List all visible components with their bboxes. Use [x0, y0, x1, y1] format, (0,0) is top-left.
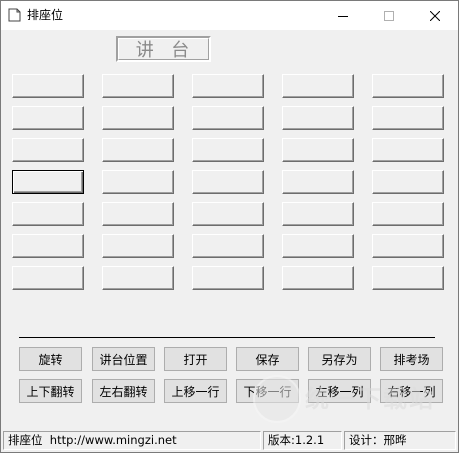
divider	[19, 337, 435, 338]
seat-button[interactable]	[102, 234, 174, 258]
seat-button[interactable]	[372, 138, 444, 162]
flip-vertical-button[interactable]: 上下翻转	[19, 379, 82, 403]
seat-button[interactable]	[102, 266, 174, 290]
status-app-info: 排座位 http://www.mingzi.net	[3, 431, 261, 450]
seat-button[interactable]	[282, 74, 354, 98]
move-left-col-button[interactable]: 左移一列	[308, 379, 371, 403]
seat-button[interactable]	[102, 138, 174, 162]
seat-button[interactable]	[372, 202, 444, 226]
podium-position-button[interactable]: 讲台位置	[92, 347, 155, 371]
close-icon	[430, 10, 440, 21]
window-title: 排座位	[27, 8, 64, 22]
seat-button[interactable]	[372, 170, 444, 194]
seat-button[interactable]	[282, 266, 354, 290]
maximize-button[interactable]	[366, 1, 412, 30]
seat-button[interactable]	[12, 138, 84, 162]
status-version: 版本:1.2.1	[263, 431, 342, 450]
podium-label: 讲 台	[135, 40, 192, 61]
seat-button[interactable]	[192, 74, 264, 98]
seat-button[interactable]	[12, 170, 84, 194]
close-button[interactable]	[412, 1, 458, 30]
seat-button[interactable]	[12, 74, 84, 98]
save-as-button[interactable]: 另存为	[308, 347, 371, 371]
seat-button[interactable]	[192, 202, 264, 226]
seat-button[interactable]	[282, 234, 354, 258]
maximize-icon	[384, 10, 394, 21]
title-bar[interactable]: 排座位	[1, 1, 458, 30]
seat-button[interactable]	[12, 234, 84, 258]
seat-button[interactable]	[192, 138, 264, 162]
seat-button[interactable]	[12, 266, 84, 290]
seat-button[interactable]	[372, 266, 444, 290]
minimize-icon	[338, 15, 348, 17]
minimize-button[interactable]	[320, 1, 366, 30]
seat-button[interactable]	[282, 170, 354, 194]
seat-button[interactable]	[192, 106, 264, 130]
seat-button[interactable]	[102, 170, 174, 194]
seat-button[interactable]	[102, 202, 174, 226]
main-window: 排座位 讲 台 旋转 讲台位置 打开 保存 另存为 排考场 上下翻转 左右翻转 …	[0, 0, 459, 453]
seat-button[interactable]	[282, 106, 354, 130]
rotate-button[interactable]: 旋转	[19, 347, 82, 371]
seat-button[interactable]	[192, 234, 264, 258]
move-down-row-button[interactable]: 下移一行	[236, 379, 299, 403]
seat-button[interactable]	[372, 74, 444, 98]
seat-button[interactable]	[12, 106, 84, 130]
seat-button[interactable]	[282, 138, 354, 162]
move-right-col-button[interactable]: 右移一列	[380, 379, 443, 403]
seat-button[interactable]	[192, 170, 264, 194]
seat-button[interactable]	[192, 266, 264, 290]
document-icon[interactable]	[8, 8, 21, 22]
status-designer: 设计：邢晔	[344, 431, 456, 450]
save-button[interactable]: 保存	[236, 347, 299, 371]
seat-button[interactable]	[372, 106, 444, 130]
move-up-row-button[interactable]: 上移一行	[164, 379, 227, 403]
podium-label-box: 讲 台	[116, 36, 211, 62]
arrange-exam-button[interactable]: 排考场	[380, 347, 443, 371]
seat-button[interactable]	[282, 202, 354, 226]
seat-button[interactable]	[372, 234, 444, 258]
open-button[interactable]: 打开	[164, 347, 227, 371]
seat-button[interactable]	[12, 202, 84, 226]
flip-horizontal-button[interactable]: 左右翻转	[92, 379, 155, 403]
seat-button[interactable]	[102, 106, 174, 130]
status-bar: 排座位 http://www.mingzi.net 版本:1.2.1 设计：邢晔	[1, 429, 458, 452]
seat-button[interactable]	[102, 74, 174, 98]
